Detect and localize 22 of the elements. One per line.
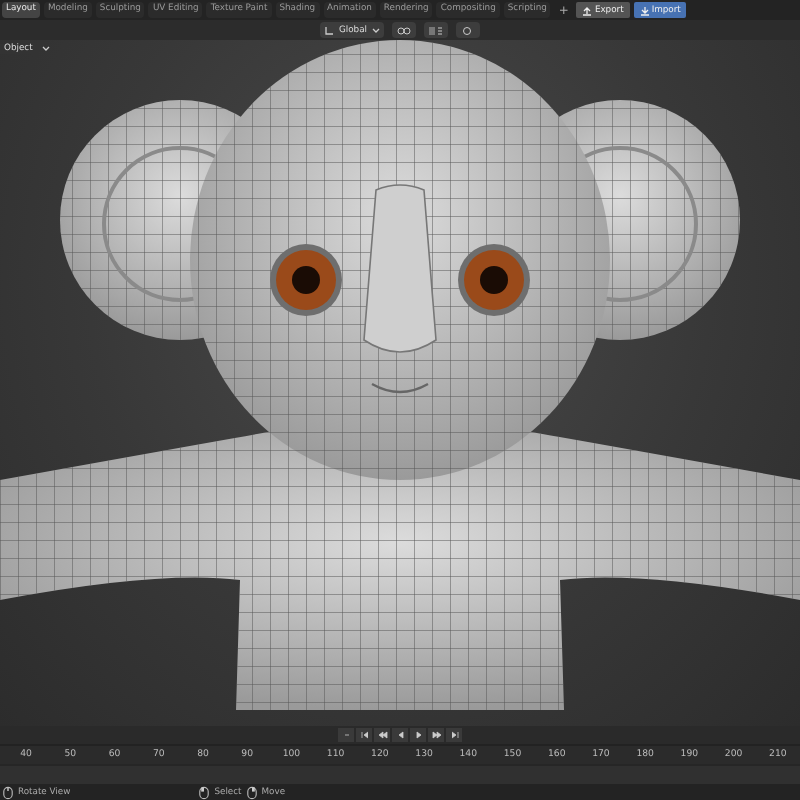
link-icon (395, 25, 411, 35)
export-icon (582, 5, 593, 15)
playback-button[interactable] (428, 728, 444, 742)
axes-icon (324, 25, 335, 35)
mouse-icon (245, 785, 258, 799)
play-icon (413, 730, 423, 740)
mouse-icon (2, 785, 14, 799)
caret-icon[interactable] (42, 46, 51, 52)
playback-button[interactable] (446, 728, 462, 742)
playback-button[interactable] (410, 728, 426, 742)
timeline-track[interactable] (0, 764, 800, 784)
caret-icon (371, 27, 379, 33)
proportional-edit-button[interactable] (455, 22, 479, 38)
playback-button[interactable] (392, 728, 408, 742)
import-icon (639, 5, 650, 15)
snap-button[interactable] (423, 22, 447, 38)
grid-icon (427, 25, 443, 35)
playback-button[interactable] (374, 728, 390, 742)
playback-button[interactable] (356, 728, 372, 742)
mouse-icon (198, 785, 211, 799)
pivot-dropdown[interactable] (391, 22, 415, 38)
circle-icon (462, 25, 472, 35)
